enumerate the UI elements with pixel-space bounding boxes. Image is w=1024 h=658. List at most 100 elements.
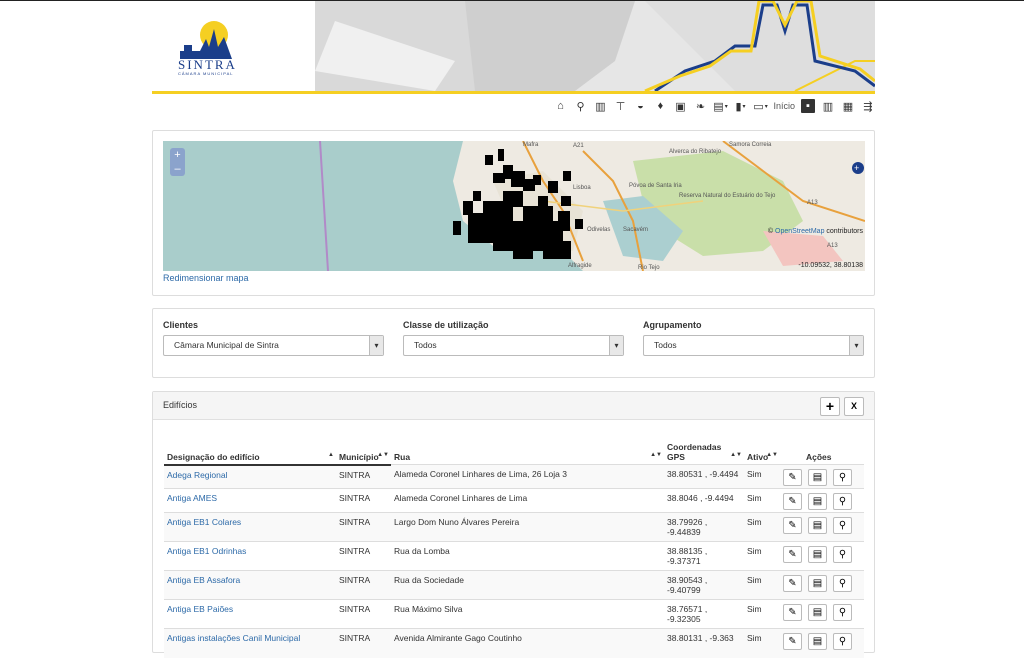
edit-icon[interactable]: ✎	[783, 469, 802, 486]
map-tiles: Mafra Alverca do Ribatejo Samora Correia…	[163, 141, 865, 271]
save-icon[interactable]: ▤	[713, 99, 727, 113]
zoom-in-button[interactable]: +	[170, 148, 185, 162]
cell-gps: 38.8046 , -9.4494	[664, 488, 744, 513]
cell-municipio: SINTRA	[336, 541, 391, 571]
cell-actions: ✎ ▤ ⚲	[780, 464, 864, 489]
cell-rua: Avenida Almirante Gago Coutinho	[391, 628, 664, 658]
cell-rua: Alameda Coronel Linhares de Lima, 26 Loj…	[391, 464, 664, 489]
edit-icon[interactable]: ✎	[783, 493, 802, 510]
location-pin-icon[interactable]: ⚲	[833, 633, 852, 650]
cell-name: Antiga EB Paiões	[164, 599, 336, 629]
faucet-icon[interactable]: ⊤	[613, 99, 627, 113]
pdf-icon[interactable]: ▤	[808, 546, 827, 563]
building-link[interactable]: Antiga AMES	[167, 493, 217, 503]
cell-actions: ✎ ▤ ⚲	[780, 488, 864, 513]
cell-name: Antiga EB1 Colares	[164, 512, 336, 542]
usage-class-label: Classe de utilização	[403, 320, 489, 330]
resize-map-link[interactable]: Redimensionar mapa	[163, 273, 249, 283]
chart-icon[interactable]: ▮	[733, 99, 747, 113]
usage-class-select[interactable]: Todos ▾	[403, 335, 624, 356]
map-attribution: © OpenStreetMap contributors	[768, 228, 863, 235]
usage-class-filter: Classe de utilização Todos ▾	[403, 320, 624, 356]
chevron-down-icon: ▾	[369, 336, 383, 355]
pdf-icon[interactable]: ▤	[808, 575, 827, 592]
home-icon[interactable]: ⌂	[553, 99, 567, 113]
zoom-out-button[interactable]: –	[170, 162, 185, 176]
folder-icon[interactable]: ▭	[753, 99, 767, 113]
svg-text:+: +	[854, 163, 859, 173]
cell-ativo: Sim	[744, 628, 780, 658]
location-pin-icon[interactable]: ⚲	[833, 469, 852, 486]
page-container: SINTRA CÂMARA MUNICIPAL ⌂ ⚲ ▥ ⊤ ◒ ♦ ▣ ❧ …	[152, 1, 875, 658]
col-header-name[interactable]: Designação do edifício ▲	[164, 440, 336, 466]
cell-ativo: Sim	[744, 512, 780, 542]
map-label: Odivelas	[587, 227, 610, 233]
cell-rua: Rua da Lomba	[391, 541, 664, 571]
logout-icon[interactable]: ⇶	[861, 99, 875, 113]
osm-link[interactable]: OpenStreetMap	[775, 228, 824, 235]
header-banner: SINTRA CÂMARA MUNICIPAL	[152, 1, 875, 94]
lock-icon[interactable]: ▪	[801, 99, 815, 113]
map-zoom-control: + –	[170, 148, 185, 176]
book-icon[interactable]: ▥	[821, 99, 835, 113]
map-label: Alfragide	[568, 263, 592, 269]
edit-icon[interactable]: ✎	[783, 575, 802, 592]
client-select[interactable]: Câmara Municipal de Sintra ▾	[163, 335, 384, 356]
cell-rua: Alameda Coronel Linhares de Lima	[391, 488, 664, 513]
usage-class-value: Todos	[414, 340, 437, 350]
cell-gps: 38.76571 , -9.32305	[664, 599, 744, 629]
water-drop-icon[interactable]: ♦	[653, 99, 667, 113]
search-icon[interactable]: ⚲	[573, 99, 587, 113]
leaf-icon[interactable]: ❧	[693, 99, 707, 113]
map-view[interactable]: Mafra Alverca do Ribatejo Samora Correia…	[163, 141, 865, 271]
car-icon[interactable]: ◒	[633, 99, 647, 113]
edit-icon[interactable]: ✎	[783, 604, 802, 621]
grouping-filter: Agrupamento Todos ▾	[643, 320, 864, 356]
location-pin-icon[interactable]: ⚲	[833, 604, 852, 621]
building-link[interactable]: Antiga EB Assafora	[167, 575, 240, 585]
pdf-icon[interactable]: ▤	[808, 604, 827, 621]
building-link[interactable]: Antiga EB Paiões	[167, 604, 233, 614]
edit-icon[interactable]: ✎	[783, 633, 802, 650]
pdf-icon[interactable]: ▤	[808, 469, 827, 486]
col-header-rua[interactable]: Rua ▲▼	[391, 440, 664, 465]
table-row: Antiga AMES SINTRA Alameda Coronel Linhare…	[164, 488, 864, 513]
home-link[interactable]: Início	[773, 101, 795, 111]
cell-ativo: Sim	[744, 541, 780, 571]
building-link[interactable]: Antiga EB1 Colares	[167, 517, 241, 527]
building-icon[interactable]: ▥	[593, 99, 607, 113]
pdf-icon[interactable]: ▤	[808, 493, 827, 510]
grouping-select[interactable]: Todos ▾	[643, 335, 864, 356]
sort-icon: ▲▼	[730, 452, 742, 458]
sort-icon: ▲▼	[766, 452, 778, 458]
edit-icon[interactable]: ✎	[783, 546, 802, 563]
cell-municipio: SINTRA	[336, 512, 391, 542]
cell-actions: ✎ ▤ ⚲	[780, 512, 864, 542]
pdf-icon[interactable]: ▤	[808, 517, 827, 534]
cell-gps: 38.80531 , -9.4494	[664, 464, 744, 489]
col-header-ativo[interactable]: Ativo ▲▼	[744, 440, 780, 465]
cell-name: Antiga EB1 Odrinhas	[164, 541, 336, 571]
col-header-gps[interactable]: Coordenadas GPS ▲▼	[664, 440, 744, 465]
cell-actions: ✎ ▤ ⚲	[780, 599, 864, 629]
export-excel-button[interactable]: X	[844, 397, 864, 416]
pdf-icon[interactable]: ▤	[808, 633, 827, 650]
cell-name: Antiga EB Assafora	[164, 570, 336, 600]
sort-icon: ▲	[328, 451, 334, 458]
edit-icon[interactable]: ✎	[783, 517, 802, 534]
map-panel: Mafra Alverca do Ribatejo Samora Correia…	[152, 130, 875, 296]
location-pin-icon[interactable]: ⚲	[833, 517, 852, 534]
location-pin-icon[interactable]: ⚲	[833, 575, 852, 592]
building-link[interactable]: Antigas instalações Canil Municipal	[167, 633, 300, 643]
location-pin-icon[interactable]: ⚲	[833, 493, 852, 510]
add-building-button[interactable]: +	[820, 397, 840, 416]
grouping-label: Agrupamento	[643, 320, 702, 330]
building-link[interactable]: Adega Regional	[167, 470, 228, 480]
table-row: Antiga EB1 Odrinhas SINTRA Rua da Lomba 38.…	[164, 541, 864, 571]
table-row: Antiga EB Paiões SINTRA Rua Máximo Silva 38…	[164, 599, 864, 629]
bus-icon[interactable]: ▣	[673, 99, 687, 113]
location-pin-icon[interactable]: ⚲	[833, 546, 852, 563]
map-icon[interactable]: ▦	[841, 99, 855, 113]
col-header-municipio[interactable]: Município ▲▼	[336, 440, 391, 466]
building-link[interactable]: Antiga EB1 Odrinhas	[167, 546, 246, 556]
